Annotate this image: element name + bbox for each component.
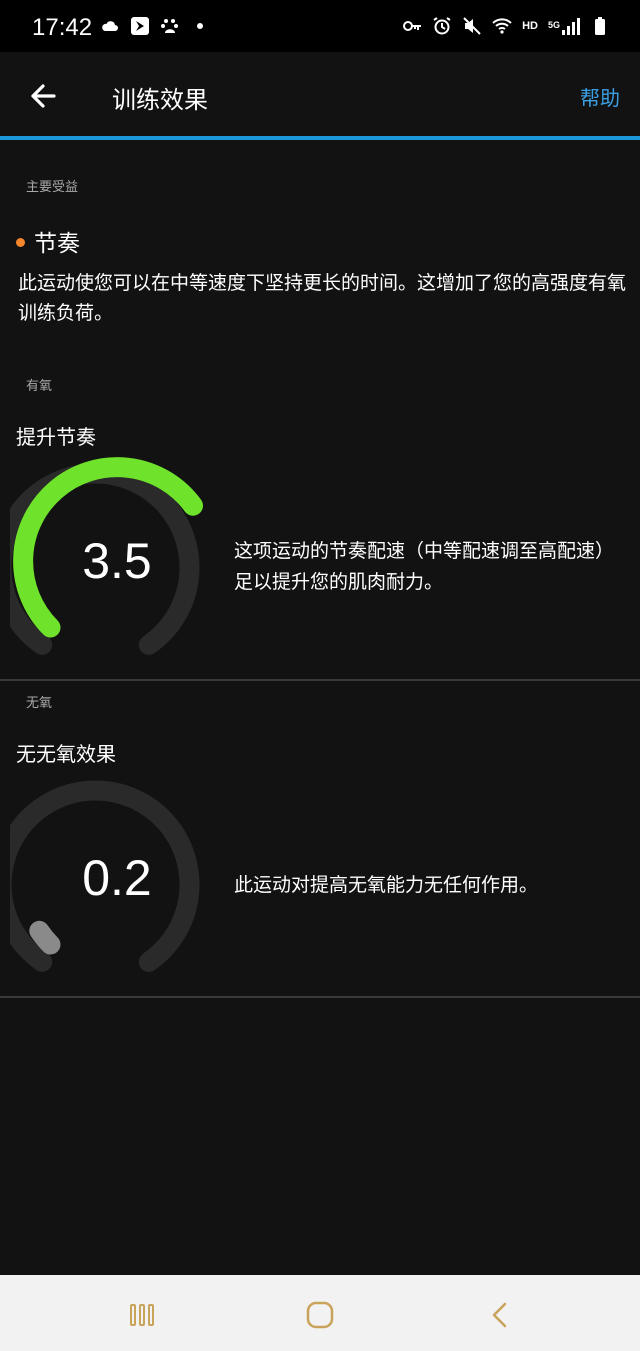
status-left-icons bbox=[100, 16, 210, 36]
primary-benefit-title: 节奏 bbox=[34, 231, 80, 257]
wifi-icon bbox=[492, 16, 512, 36]
home-button[interactable] bbox=[300, 1295, 340, 1335]
system-nav-bar bbox=[0, 1275, 640, 1351]
dot-icon bbox=[190, 16, 210, 36]
aerobic-effect-title: 提升节奏 bbox=[16, 425, 96, 449]
status-right-icons: HD 5G bbox=[402, 16, 610, 36]
anaerobic-effect-value: 0.2 bbox=[82, 850, 152, 906]
help-button[interactable]: 帮助 bbox=[580, 82, 620, 111]
back-nav-button[interactable] bbox=[480, 1295, 520, 1335]
signal-icon bbox=[560, 16, 580, 36]
alarm-icon bbox=[432, 16, 452, 36]
back-button[interactable] bbox=[24, 76, 64, 116]
aerobic-effect-description: 这项运动的节奏配速（中等配速调至高配速）足以提升您的肌肉耐力。 bbox=[234, 540, 615, 593]
appbar-accent-divider bbox=[0, 136, 640, 140]
mute-icon bbox=[462, 16, 482, 36]
section-divider bbox=[0, 996, 640, 998]
aerobic-effect-value: 3.5 bbox=[82, 533, 152, 589]
benefit-dot-icon bbox=[16, 238, 25, 247]
anaerobic-section-label: 无氧 bbox=[26, 696, 53, 711]
hd-label: HD bbox=[522, 20, 538, 32]
page-title: 训练效果 bbox=[112, 86, 208, 114]
signal-indicator: 5G bbox=[548, 16, 580, 36]
baidu-icon bbox=[160, 16, 180, 36]
home-icon bbox=[306, 1301, 334, 1329]
aerobic-section-label: 有氧 bbox=[26, 379, 53, 394]
status-bar: 17:42 HD 5G bbox=[0, 0, 640, 52]
anaerobic-effect-description: 此运动对提高无氧能力无任何作用。 bbox=[234, 874, 539, 896]
network-label: 5G bbox=[547, 20, 560, 30]
primary-benefit-section-label: 主要受益 bbox=[26, 180, 79, 195]
anaerobic-effect-title: 无无氧效果 bbox=[16, 742, 116, 766]
recent-apps-icon bbox=[130, 1304, 154, 1326]
section-divider bbox=[0, 679, 640, 681]
key-icon bbox=[402, 16, 422, 36]
recent-apps-button[interactable] bbox=[122, 1295, 162, 1335]
app-bar: 训练效果 帮助 bbox=[0, 52, 640, 136]
primary-benefit-description: 此运动使您可以在中等速度下坚持更长的时间。这增加了您的高强度有氧训练负荷。 bbox=[18, 272, 627, 324]
anaerobic-gauge-fill bbox=[29, 920, 61, 955]
arrow-left-icon bbox=[31, 84, 56, 108]
battery-icon bbox=[590, 16, 610, 36]
bird-app-icon bbox=[130, 16, 150, 36]
chevron-left-icon bbox=[492, 1302, 507, 1328]
cloud-icon bbox=[100, 16, 120, 36]
status-time: 17:42 bbox=[32, 14, 93, 41]
